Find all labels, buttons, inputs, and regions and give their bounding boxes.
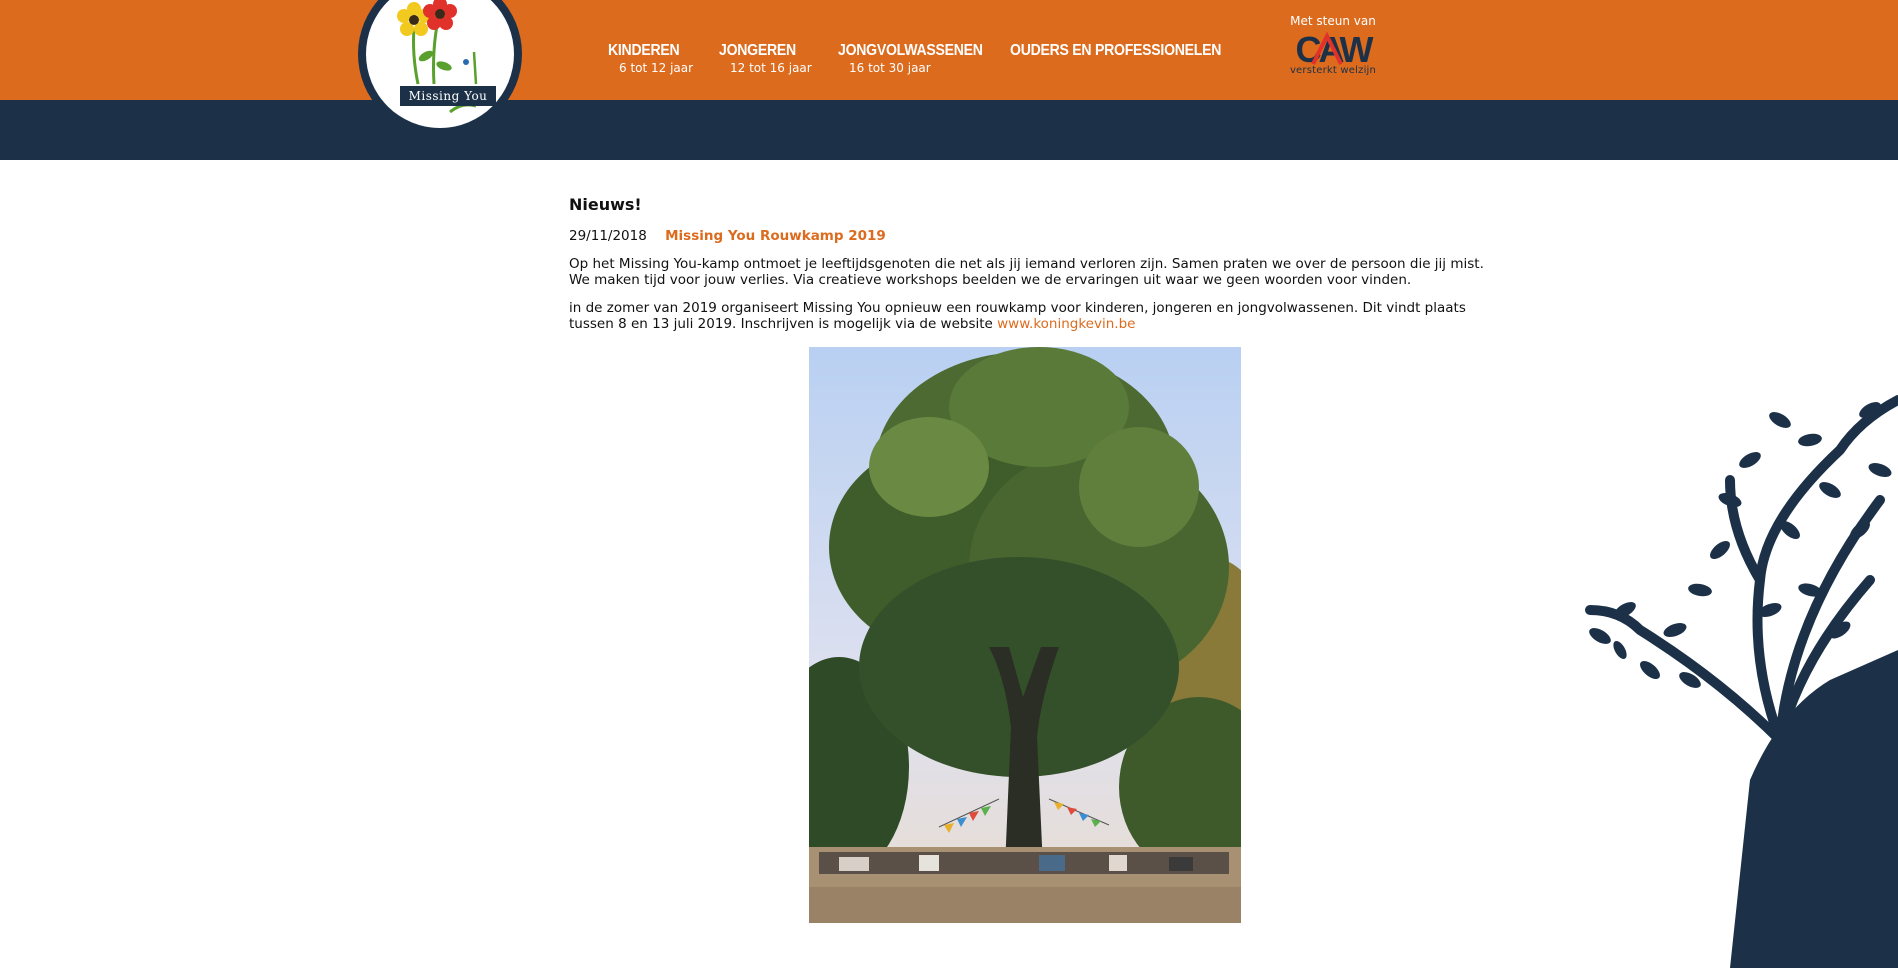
nav-label[interactable]: Ouders en professionelen — [1010, 42, 1221, 60]
camp-photo-tree — [809, 347, 1241, 923]
nav-item-kinderen[interactable]: Kinderen 6 tot 12 jaar — [608, 42, 693, 75]
news-header: 29/11/2018 Missing You Rouwkamp 2019 — [569, 228, 1509, 244]
logo-inner: Missing You — [366, 0, 514, 128]
news-paragraph-1: Op het Missing You-kamp ontmoet je leeft… — [569, 256, 1484, 288]
nav-label[interactable]: Kinderen — [608, 42, 683, 60]
site-logo[interactable]: Missing You — [358, 0, 522, 136]
nav-item-ouders[interactable]: Ouders en professionelen — [1010, 42, 1250, 60]
sponsor-block[interactable]: Met steun van CAW versterkt welzijn — [1283, 14, 1383, 76]
nav-label[interactable]: Jongeren — [719, 42, 801, 60]
website-link[interactable]: www.koningkevin.be — [997, 316, 1135, 332]
caw-logo-icon[interactable]: CAW — [1283, 30, 1383, 68]
news-section: Nieuws! 29/11/2018 Missing You Rouwkamp … — [569, 195, 1509, 344]
camp-photo — [809, 347, 1241, 923]
sponsor-tagline: versterkt welzijn — [1289, 65, 1377, 76]
page-title: Nieuws! — [569, 195, 642, 214]
news-paragraph-2: in de zomer van 2019 organiseert Missing… — [569, 300, 1509, 332]
news-title-link[interactable]: Missing You Rouwkamp 2019 — [665, 228, 886, 244]
nav-sub-label[interactable]: 6 tot 12 jaar — [619, 61, 693, 75]
sponsor-label: Met steun van — [1290, 14, 1376, 28]
logo-text: Missing You — [400, 86, 496, 106]
header-band — [0, 100, 1898, 160]
nav-sub-label[interactable]: 16 tot 30 jaar — [849, 61, 1002, 75]
nav-item-jongeren[interactable]: Jongeren 12 tot 16 jaar — [719, 42, 812, 75]
nav-label[interactable]: Jongvolwassenen — [838, 42, 983, 60]
nav-item-jongvolwassenen[interactable]: Jongvolwassenen 16 tot 30 jaar — [838, 42, 1002, 75]
nav-sub-label[interactable]: 12 tot 16 jaar — [730, 61, 812, 75]
news-date: 29/11/2018 — [569, 228, 647, 244]
flower-logo-icon — [397, 0, 478, 114]
tree-silhouette-icon — [1585, 395, 1898, 968]
